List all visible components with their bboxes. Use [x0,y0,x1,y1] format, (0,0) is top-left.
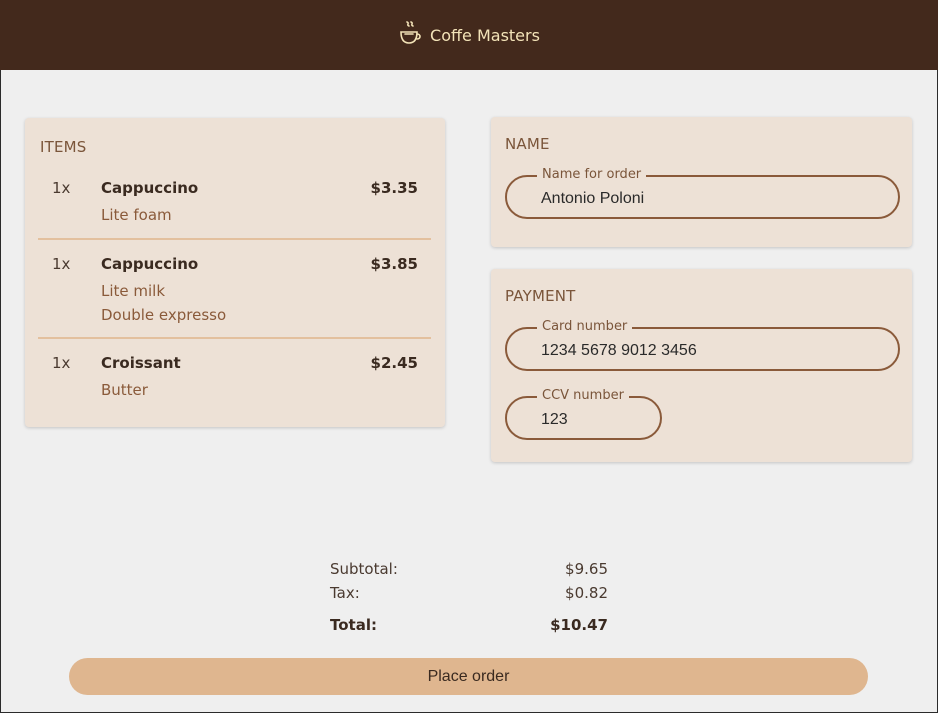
item-name: Cappuccino [101,255,199,273]
tax-value: $0.82 [565,584,608,602]
total-value: $10.47 [550,616,608,634]
item-modifier: Double expresso [101,306,227,324]
items-title: ITEMS [40,138,87,156]
place-order-button[interactable]: Place order [69,658,868,695]
item-modifiers: Lite milk Double expresso [101,279,226,327]
subtotal-label: Subtotal: [330,560,398,578]
item-modifier: Lite milk [101,282,166,300]
item-modifier: Lite foam [101,206,172,224]
item-modifier: Butter [101,381,148,399]
ccv-field[interactable]: CCV number 123 [505,388,662,440]
item-name: Cappuccino [101,179,199,197]
card-number-label: Card number [537,319,633,335]
item-name: Croissant [101,354,181,372]
brand[interactable]: Coffe Masters [398,20,540,50]
card-number-value[interactable]: 1234 5678 9012 3456 [541,342,697,360]
name-title: NAME [505,135,550,153]
card-number-field[interactable]: Card number 1234 5678 9012 3456 [505,319,900,371]
item-price: $2.45 [370,354,418,372]
app-header: Coffe Masters [0,0,938,70]
name-field[interactable]: Name for order Antonio Poloni [505,167,900,219]
name-field-value[interactable]: Antonio Poloni [541,190,644,208]
item-qty: 1x [52,179,71,197]
item-modifiers: Butter [101,378,148,402]
app-title: Coffe Masters [430,25,540,45]
items-card: ITEMS 1x Cappuccino $3.35 Lite foam 1x C… [25,118,445,427]
divider [38,238,431,240]
payment-title: PAYMENT [505,287,576,305]
item-price: $3.35 [370,179,418,197]
ccv-label: CCV number [537,388,629,404]
item-qty: 1x [52,255,71,273]
item-qty: 1x [52,354,71,372]
divider [38,337,431,339]
coffee-cup-icon [398,20,422,50]
item-modifiers: Lite foam [101,203,172,227]
payment-card: PAYMENT Card number 1234 5678 9012 3456 … [491,269,912,462]
total-label: Total: [330,616,377,634]
item-price: $3.85 [370,255,418,273]
name-card: NAME Name for order Antonio Poloni [491,117,912,247]
tax-label: Tax: [330,584,360,602]
ccv-value[interactable]: 123 [541,411,568,429]
name-field-label: Name for order [537,167,647,183]
subtotal-value: $9.65 [565,560,608,578]
